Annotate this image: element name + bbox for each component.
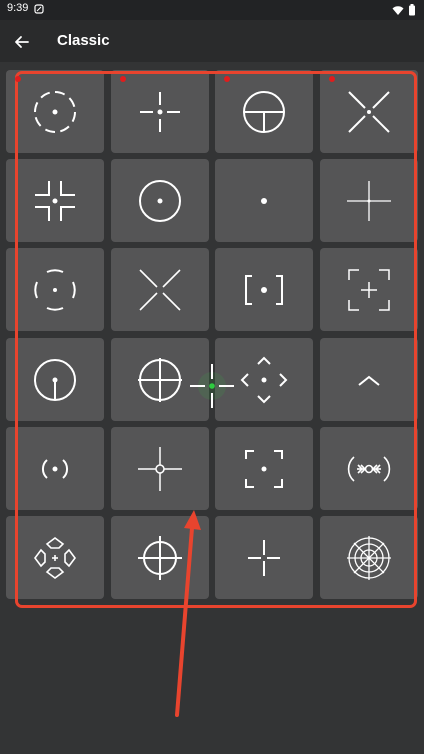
- page-title: Classic: [57, 32, 110, 49]
- square-brackets-dot-icon: [245, 274, 283, 305]
- crosshair-item[interactable]: [215, 70, 313, 153]
- crosshair-item[interactable]: [215, 248, 313, 331]
- crosshair-item[interactable]: [6, 159, 104, 242]
- diamond-dot-icon: [240, 356, 288, 403]
- marker-dot: [15, 76, 21, 82]
- status-icons: [392, 3, 416, 21]
- back-button[interactable]: [8, 28, 36, 56]
- crosshair-item[interactable]: [320, 248, 418, 331]
- crosshair-item[interactable]: [111, 70, 209, 153]
- crosshair-grid: [0, 62, 424, 754]
- crosshair-item[interactable]: [6, 70, 104, 153]
- crosshair-item[interactable]: [6, 516, 104, 599]
- status-bar: 9:39: [0, 0, 424, 20]
- circle-cross-top-icon: [243, 90, 285, 133]
- marker-dot: [329, 76, 335, 82]
- x-gap-icon: [139, 268, 181, 311]
- cross-ring-center-icon: [138, 446, 182, 491]
- arrow-left-icon: [15, 36, 29, 48]
- battery-icon: [409, 4, 415, 16]
- status-time: 9:39: [7, 2, 29, 14]
- circle-stem-dot-icon: [34, 358, 76, 401]
- crosshair-item[interactable]: [320, 427, 418, 510]
- app-bar: Classic: [0, 20, 424, 62]
- crosshair-item[interactable]: [320, 70, 418, 153]
- notification-icon: [34, 4, 44, 14]
- radar-scope-icon: [347, 535, 391, 580]
- bracket-corners-dot-icon: [35, 180, 75, 221]
- crosshair-item[interactable]: [111, 248, 209, 331]
- center-dot-icon: [261, 197, 267, 204]
- circle-gap-dot-icon: [34, 90, 76, 133]
- crosshair-gap-dot-icon: [140, 91, 180, 132]
- crosshair-item[interactable]: [320, 338, 418, 421]
- cross-small-gap-icon: [248, 539, 280, 576]
- crosshair-item[interactable]: [215, 427, 313, 510]
- crosshair-item[interactable]: [6, 338, 104, 421]
- crosshair-item[interactable]: [320, 516, 418, 599]
- circle-cross-scope-icon: [138, 535, 182, 580]
- crosshair-item[interactable]: [111, 516, 209, 599]
- wifi-icon: [392, 6, 404, 15]
- x-diagonal-icon: [348, 90, 390, 133]
- crosshair-item[interactable]: [111, 338, 209, 421]
- crosshair-item[interactable]: [6, 427, 104, 510]
- corner-frame-dot-icon: [245, 449, 283, 488]
- crosshair-item[interactable]: [215, 516, 313, 599]
- chevron-up-icon: [358, 375, 380, 386]
- arrow-ring-icon: [347, 455, 391, 482]
- parentheses-dot-icon: [41, 458, 69, 479]
- marker-dot: [120, 76, 126, 82]
- diamond-petals-icon: [34, 536, 76, 579]
- circle-dot-icon: [139, 179, 181, 222]
- corner-frame-cross-icon: [348, 268, 390, 311]
- marker-dot: [224, 76, 230, 82]
- thin-cross-icon: [347, 180, 391, 221]
- crosshair-item[interactable]: [6, 248, 104, 331]
- crosshair-item[interactable]: [215, 338, 313, 421]
- circle-cross-large-icon: [138, 357, 182, 402]
- crosshair-item[interactable]: [215, 159, 313, 242]
- crosshair-item[interactable]: [320, 159, 418, 242]
- crosshair-item[interactable]: [111, 159, 209, 242]
- crosshair-item[interactable]: [111, 427, 209, 510]
- dashed-circle-dot-icon: [34, 268, 76, 311]
